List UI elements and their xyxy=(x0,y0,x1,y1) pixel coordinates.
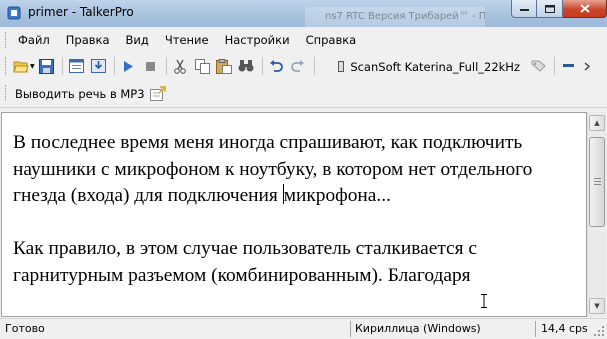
paragraph-2: Как правило, в этом случае пользователь … xyxy=(13,238,478,286)
scissors-icon xyxy=(174,59,186,74)
menubar-grip[interactable] xyxy=(5,32,9,48)
mp3-export-icon xyxy=(149,86,166,101)
find-button[interactable] xyxy=(238,58,255,75)
window-controls xyxy=(511,0,607,19)
speed-indicator: 14,4 cps xyxy=(535,321,591,337)
redo-button[interactable] xyxy=(290,58,307,75)
toolbar-overflow-button[interactable] xyxy=(582,58,592,75)
folder-open-icon xyxy=(12,61,29,73)
status-bar: Готово Кириллица (Windows) 14,4 cps xyxy=(0,318,607,339)
title-bar[interactable]: primer - TalkerPro ns7 RTC Версия Трибар… xyxy=(0,0,607,27)
read-clipboard-button[interactable] xyxy=(90,58,107,75)
mp3-toolbar: Выводить речь в MP3 xyxy=(0,80,607,108)
read-window-button[interactable] xyxy=(68,58,85,75)
app-icon xyxy=(7,6,21,20)
window-icon xyxy=(68,59,84,73)
menu-view[interactable]: Вид xyxy=(126,33,149,47)
close-button[interactable] xyxy=(563,0,607,18)
save-button[interactable] xyxy=(38,58,55,75)
undo-button[interactable] xyxy=(268,58,285,75)
scroll-thumb[interactable] xyxy=(589,137,605,227)
decrease-speed-button[interactable] xyxy=(560,58,577,75)
menu-help[interactable]: Справка xyxy=(306,33,357,47)
resize-grip-icon[interactable] xyxy=(594,326,605,337)
chevron-right-icon xyxy=(584,61,590,71)
arrow-down-icon: ▼ xyxy=(594,302,600,310)
tag-icon xyxy=(531,60,546,72)
save-mp3-label: Выводить речь в MP3 xyxy=(15,86,145,101)
app-window: primer - TalkerPro ns7 RTC Версия Трибар… xyxy=(0,0,607,339)
voice-icon xyxy=(338,61,345,72)
arrow-up-icon: ▲ xyxy=(594,119,600,127)
paste-button[interactable] xyxy=(216,58,233,75)
binoculars-icon xyxy=(238,60,254,72)
open-button[interactable] xyxy=(12,58,29,75)
menu-reading[interactable]: Чтение xyxy=(165,33,209,47)
maximize-button[interactable] xyxy=(537,0,563,18)
minimize-button[interactable] xyxy=(511,0,537,18)
menu-edit[interactable]: Правка xyxy=(66,33,110,47)
play-button[interactable] xyxy=(120,58,137,75)
main-toolbar: ▼ ScanSoft Katerina_Full_22kHz xyxy=(0,52,607,80)
voice-settings-button[interactable] xyxy=(530,58,547,75)
scroll-up-button[interactable]: ▲ xyxy=(589,115,605,131)
open-dropdown-arrow[interactable]: ▼ xyxy=(30,63,35,70)
text-editor[interactable]: В последнее время меня иногда спрашивают… xyxy=(1,112,587,317)
copy-button[interactable] xyxy=(194,58,211,75)
stop-button[interactable] xyxy=(142,58,159,75)
voice-select-value: ScanSoft Katerina_Full_22kHz xyxy=(350,59,520,74)
background-window-title: ns7 RTC Версия Трибарей™ - Позиции xyxy=(305,7,485,27)
stop-icon xyxy=(145,61,155,71)
encoding-indicator[interactable]: Кириллица (Windows) xyxy=(350,321,533,337)
save-icon xyxy=(38,58,54,74)
close-icon xyxy=(579,4,590,13)
redo-icon xyxy=(291,59,305,72)
window-title: primer - TalkerPro xyxy=(28,5,134,19)
menu-settings[interactable]: Настройки xyxy=(225,33,290,47)
paragraph-1: В последнее время меня иногда спрашивают… xyxy=(13,132,533,207)
minimize-icon xyxy=(519,8,529,11)
save-mp3-button[interactable]: Выводить речь в MP3 xyxy=(15,86,166,101)
play-icon xyxy=(124,60,134,72)
status-text: Готово xyxy=(5,322,45,335)
copy-icon xyxy=(194,58,210,74)
scroll-down-button[interactable]: ▼ xyxy=(589,298,605,314)
minus-icon xyxy=(563,64,574,67)
menu-bar: Файл Правка Вид Чтение Настройки Справка xyxy=(0,27,607,52)
toolbar2-grip[interactable] xyxy=(5,85,9,101)
ibeam-cursor-icon xyxy=(481,294,487,308)
menu-file[interactable]: Файл xyxy=(18,33,50,47)
text-caret xyxy=(282,184,284,205)
document-text[interactable]: В последнее время меня иногда спрашивают… xyxy=(13,130,585,290)
toolbar-grip[interactable] xyxy=(5,57,9,75)
vertical-scrollbar[interactable]: ▲ ▼ xyxy=(587,112,606,317)
maximize-icon xyxy=(544,4,555,13)
cut-button[interactable] xyxy=(172,58,189,75)
voice-select[interactable]: ScanSoft Katerina_Full_22kHz xyxy=(338,58,520,75)
undo-icon xyxy=(270,59,284,72)
download-icon xyxy=(90,59,106,73)
paste-icon xyxy=(216,58,233,74)
